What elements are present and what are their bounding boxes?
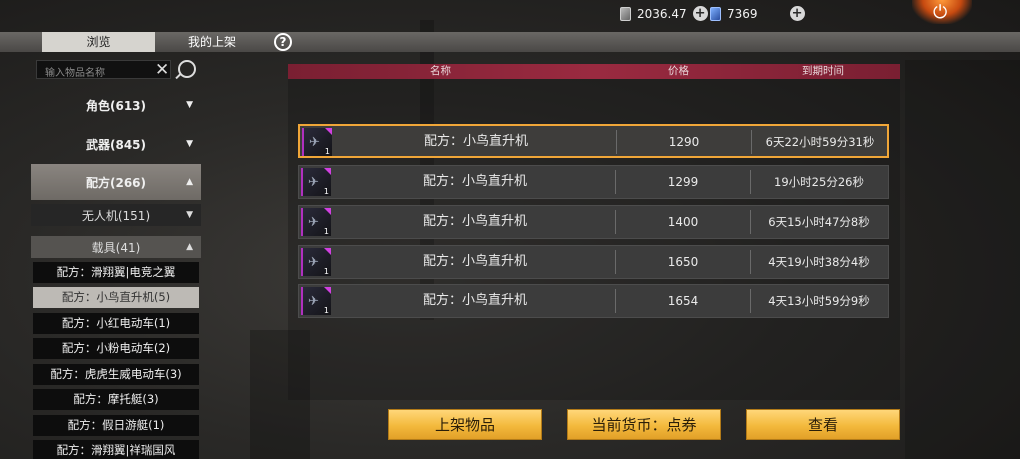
help-icon[interactable]: ?: [274, 33, 292, 51]
item-expire: 19小时25分26秒: [774, 175, 864, 189]
table-row[interactable]: ✈ 1 配方：小鸟直升机 1299 19小时25分26秒: [298, 165, 889, 199]
sidebar-item[interactable]: 配方：滑翔翼|电竞之翼: [33, 262, 199, 283]
item-name: 配方：小鸟直升机: [422, 214, 527, 229]
item-thumbnail: ✈ 1: [301, 248, 331, 276]
category-character[interactable]: 角色(613) ▼: [31, 87, 201, 123]
item-price: 1290: [668, 135, 700, 149]
category-sidebar: ✕ 角色(613) ▼ 武器(845) ▼ 配方(266) ▲ 无人机(151)…: [31, 58, 201, 459]
clear-icon[interactable]: ✕: [155, 61, 169, 80]
list-item-button[interactable]: 上架物品: [388, 409, 542, 440]
item-thumbnail: ✈ 1: [301, 287, 331, 315]
item-name: 配方：小鸟直升机: [422, 293, 527, 308]
sidebar-item[interactable]: 配方：假日游艇(1): [33, 415, 199, 436]
sidebar-item-selected[interactable]: 配方：小鸟直升机(5): [33, 287, 199, 308]
item-expire: 6天22小时59分31秒: [765, 135, 875, 149]
tab-bar: 浏览 我的上架 ?: [0, 32, 1020, 52]
view-button[interactable]: 查看: [746, 409, 900, 440]
search-box: ✕: [36, 60, 171, 82]
chevron-down-icon: ▼: [186, 100, 193, 110]
coupon-balance: 2036.47 +: [620, 6, 708, 21]
coupon-icon: [620, 6, 631, 21]
item-price: 1654: [667, 294, 699, 308]
coupon-amount: 2036.47: [637, 6, 687, 21]
item-count: 1: [324, 147, 330, 156]
listing-panel: 名称 价格 到期时间 ✈ 1 配方：小鸟直升机 1290 6天22小时59分31秒…: [288, 64, 900, 400]
subcategory-vehicle[interactable]: 载具(41) ▲: [31, 236, 201, 258]
item-expire: 4天13小时59分9秒: [768, 294, 870, 308]
subcategory-label: 无人机(151): [81, 208, 151, 223]
chevron-up-icon: ▲: [186, 242, 193, 252]
item-count: 1: [323, 306, 329, 315]
chevron-down-icon: ▼: [186, 139, 193, 149]
helicopter-icon: ✈: [308, 255, 319, 270]
helicopter-icon: ✈: [308, 215, 319, 230]
table-header: 名称 价格 到期时间: [288, 64, 900, 79]
item-name: 配方：小鸟直升机: [422, 254, 527, 269]
helicopter-icon: ✈: [309, 135, 320, 150]
diamond-amount: 7369: [727, 6, 758, 21]
category-label: 武器(845): [85, 137, 147, 152]
sidebar-item[interactable]: 配方：摩托艇(3): [33, 389, 199, 410]
tab-my-listings[interactable]: 我的上架: [180, 32, 244, 52]
item-price: 1299: [667, 175, 699, 189]
currency-select-button[interactable]: 当前货币：点券: [567, 409, 721, 440]
tab-browse[interactable]: 浏览: [42, 32, 155, 52]
subcategory-label: 载具(41): [91, 240, 141, 255]
chevron-down-icon: ▼: [186, 210, 193, 220]
item-name: 配方：小鸟直升机: [422, 174, 527, 189]
table-row[interactable]: ✈ 1 配方：小鸟直升机 1650 4天19小时38分4秒: [298, 245, 889, 279]
category-recipe[interactable]: 配方(266) ▲: [31, 164, 201, 200]
table-row[interactable]: ✈ 1 配方：小鸟直升机 1654 4天13小时59分9秒: [298, 284, 889, 318]
power-icon: ⏻: [933, 2, 948, 23]
helicopter-icon: ✈: [308, 175, 319, 190]
sidebar-item[interactable]: 配方：小粉电动车(2): [33, 338, 199, 359]
header-name: 名称: [430, 65, 451, 77]
sidebar-item[interactable]: 配方：虎虎生威电动车(3): [33, 364, 199, 385]
diamond-balance: 7369 +: [710, 6, 805, 21]
item-thumbnail: ✈ 1: [301, 208, 331, 236]
sidebar-item[interactable]: 配方：小红电动车(1): [33, 313, 199, 334]
item-price: 1650: [667, 255, 699, 269]
power-button[interactable]: ⏻: [912, 0, 972, 24]
category-weapon[interactable]: 武器(845) ▼: [31, 126, 201, 162]
search-input[interactable]: [37, 65, 170, 82]
item-price: 1400: [667, 215, 699, 229]
add-diamond-button[interactable]: +: [789, 6, 805, 21]
chevron-up-icon: ▲: [186, 177, 193, 187]
item-count: 1: [323, 267, 329, 276]
item-count: 1: [323, 187, 329, 196]
category-label: 配方(266): [85, 175, 147, 190]
add-coupon-button[interactable]: +: [692, 6, 708, 21]
header-price: 价格: [668, 65, 689, 77]
table-row[interactable]: ✈ 1 配方：小鸟直升机 1400 6天15小时47分8秒: [298, 205, 889, 239]
header-expire: 到期时间: [802, 65, 844, 77]
search-icon[interactable]: [178, 60, 196, 78]
item-count: 1: [323, 227, 329, 236]
diamond-icon: [710, 6, 721, 21]
subcategory-drone[interactable]: 无人机(151) ▼: [31, 204, 201, 226]
helicopter-icon: ✈: [308, 294, 319, 309]
sidebar-item[interactable]: 配方：滑翔翼|祥瑞国风: [33, 440, 199, 459]
item-thumbnail: ✈ 1: [301, 168, 331, 196]
item-thumbnail: ✈ 1: [302, 128, 332, 156]
item-name: 配方：小鸟直升机: [423, 134, 528, 149]
category-label: 角色(613): [85, 98, 147, 113]
item-expire: 6天15小时47分8秒: [768, 215, 870, 229]
table-row[interactable]: ✈ 1 配方：小鸟直升机 1290 6天22小时59分31秒: [298, 124, 889, 158]
background-structure-right: [905, 60, 1020, 459]
item-expire: 4天19小时38分4秒: [768, 255, 870, 269]
